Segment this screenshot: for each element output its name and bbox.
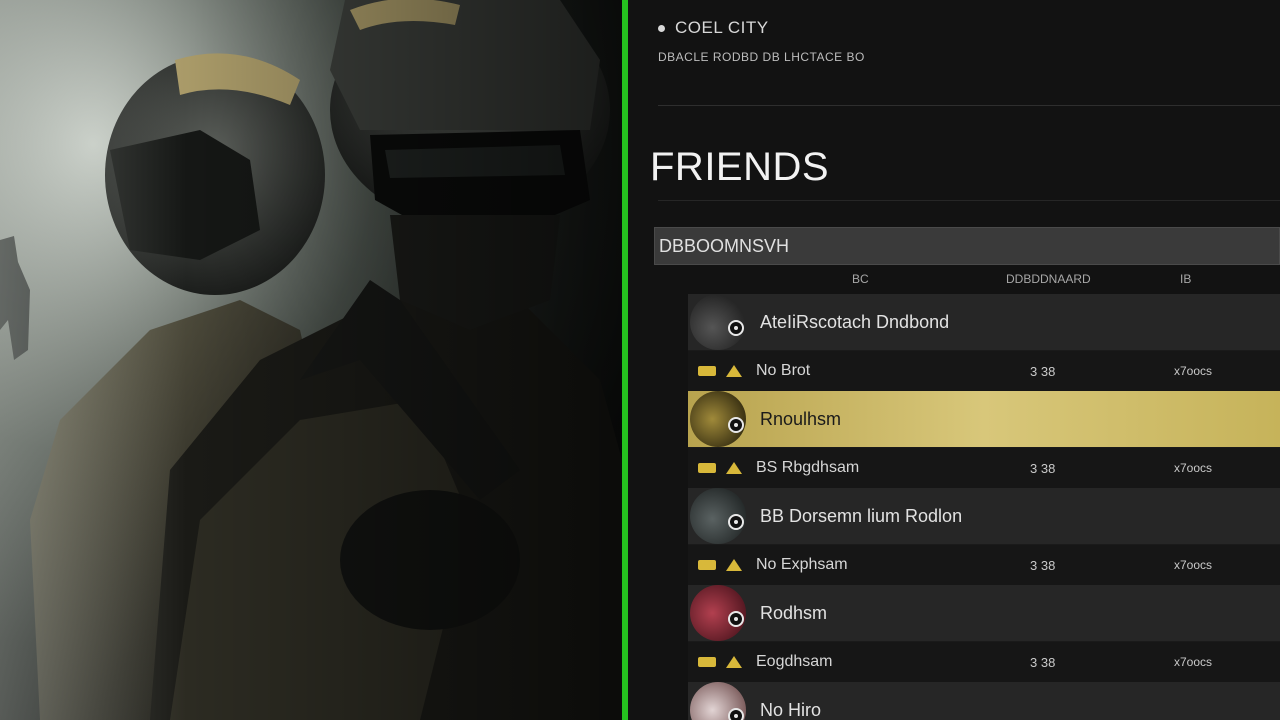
friend-name: Rodhsm (760, 602, 828, 623)
status-value: 3 38 (1030, 363, 1056, 379)
profile-eye-icon (728, 417, 744, 433)
friend-row[interactable]: Rodhsm (688, 585, 1280, 642)
friend-name: No Hiro (760, 699, 822, 720)
platform-icon (698, 657, 716, 667)
status-time: x7oocs (1174, 558, 1213, 572)
friend-name: AteIiRscotach Dndbond (760, 311, 950, 332)
avatar (690, 682, 746, 720)
status-label: Eogdhsam (756, 653, 833, 670)
column-header-3[interactable]: IB (1180, 272, 1191, 286)
column-header-1[interactable]: BC (852, 272, 869, 286)
status-label: No Exphsam (756, 556, 848, 573)
friends-panel: COEL CITY DBACLE RODBD DB LHCTACE BO FRI… (628, 0, 1280, 720)
page-title: FRIENDS (650, 145, 830, 189)
friend-search-input[interactable]: DBBOOMNSVH (654, 227, 1280, 265)
profile-eye-icon (728, 611, 744, 627)
friend-status-row[interactable]: Eogdhsam 3 38 x7oocs (688, 642, 1280, 682)
profile-eye-icon (728, 320, 744, 336)
friend-row[interactable]: BB Dorsemn lium Rodlon (688, 488, 1280, 545)
hero-artwork (0, 0, 622, 720)
platform-icon (698, 463, 716, 473)
platform-icon (698, 560, 716, 570)
avatar (690, 391, 746, 447)
status-time: x7oocs (1174, 364, 1213, 378)
status-label: No Brot (756, 362, 811, 379)
platform-icon (698, 366, 716, 376)
server-sub-label: DBACLE RODBD DB LHCTACE BO (658, 50, 865, 64)
rank-icon (726, 559, 742, 571)
friend-row-selected[interactable]: Rnoulhsm (688, 391, 1280, 448)
column-header-2[interactable]: DDBDDNAARD (1006, 272, 1091, 286)
server-name-row[interactable]: COEL CITY (658, 18, 865, 38)
avatar (690, 294, 746, 350)
avatar (690, 488, 746, 544)
friend-row[interactable]: No Hiro (688, 682, 1280, 720)
rank-icon (726, 462, 742, 474)
avatar (690, 585, 746, 641)
status-time: x7oocs (1174, 461, 1213, 475)
profile-eye-icon (728, 708, 744, 720)
app-root: COEL CITY DBACLE RODBD DB LHCTACE BO FRI… (0, 0, 1280, 720)
status-value: 3 38 (1030, 460, 1056, 476)
friend-name: BB Dorsemn lium Rodlon (760, 505, 963, 526)
friend-status-row[interactable]: No Brot 3 38 x7oocs (688, 351, 1280, 391)
hero-fog-overlay (0, 0, 622, 720)
rank-icon (726, 365, 742, 377)
profile-eye-icon (728, 514, 744, 530)
friends-list: AteIiRscotach Dndbond No Brot 3 38 x7ooc… (688, 294, 1280, 720)
friend-row[interactable]: AteIiRscotach Dndbond (688, 294, 1280, 351)
status-label: BS Rbgdhsam (756, 459, 860, 476)
header-divider (658, 105, 1280, 106)
status-value: 3 38 (1030, 557, 1056, 573)
rank-icon (726, 656, 742, 668)
status-value: 3 38 (1030, 654, 1056, 670)
friend-name: Rnoulhsm (760, 408, 842, 429)
friend-status-row[interactable]: No Exphsam 3 38 x7oocs (688, 545, 1280, 585)
status-dot-icon (658, 24, 665, 32)
server-label: COEL CITY (675, 18, 769, 37)
server-info: COEL CITY DBACLE RODBD DB LHCTACE BO (658, 18, 865, 64)
search-value: DBBOOMNSVH (659, 235, 790, 256)
status-time: x7oocs (1174, 655, 1213, 669)
friend-status-row[interactable]: BS Rbgdhsam 3 38 x7oocs (688, 448, 1280, 488)
title-divider (658, 200, 1280, 201)
